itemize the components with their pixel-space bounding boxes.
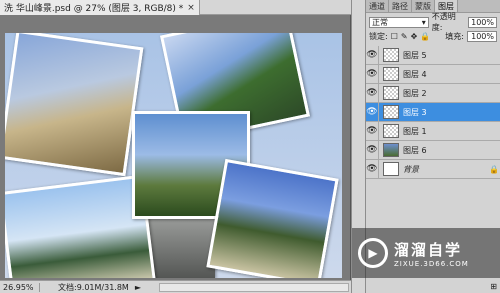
eye-icon[interactable]: 👁	[366, 46, 379, 64]
document-size: 文档:9.01M/31.8M	[58, 282, 129, 292]
play-logo-icon: ▶	[358, 238, 388, 268]
fill-input[interactable]: 100%	[467, 30, 497, 42]
layer-name: 背景	[403, 164, 419, 174]
watermark: ▶ 溜溜自学 ZIXUE.3D66.COM	[352, 228, 500, 278]
zoom-level[interactable]: 26.95%	[0, 282, 40, 292]
document-tab-title: 洗 华山峰景.psd @ 27% (图层 3, RGB/8) *	[4, 4, 184, 14]
layer-name: 图层 3	[403, 107, 427, 117]
status-bar: 26.95% 文档:9.01M/31.8M ►	[0, 280, 351, 293]
layer-row[interactable]: 👁 图层 4	[366, 65, 500, 84]
layer-name: 图层 2	[403, 88, 427, 98]
opacity-input[interactable]: 100%	[468, 16, 497, 28]
layer-row[interactable]: 👁 图层 6	[366, 141, 500, 160]
watermark-title: 溜溜自学	[394, 240, 463, 259]
lock-all-icon[interactable]: 🔒	[420, 32, 430, 41]
watermark-subtitle: ZIXUE.3D66.COM	[394, 259, 469, 268]
eye-icon[interactable]: 👁	[366, 141, 379, 159]
layer-row[interactable]: 👁 图层 5	[366, 46, 500, 65]
chevron-down-icon: ▾	[421, 17, 426, 27]
layers-list: 👁 图层 5 👁 图层 4 👁 图层 2 👁 图层 3 👁 图层 1 👁 图层 6 👁 背景 🔒	[366, 46, 500, 179]
status-menu-arrow-icon[interactable]: ►	[135, 283, 141, 292]
lock-paint-icon[interactable]: ✎	[401, 32, 408, 41]
layer-thumbnail	[383, 124, 399, 138]
document-tabbar: 洗 华山峰景.psd @ 27% (图层 3, RGB/8) * ×	[0, 0, 351, 15]
blend-mode-value: 正常	[372, 17, 388, 27]
eye-icon[interactable]: 👁	[366, 160, 379, 178]
layer-name: 图层 1	[403, 126, 427, 136]
fill-label: 填充:	[445, 31, 464, 41]
canvas[interactable]	[5, 33, 342, 278]
layer-row[interactable]: 👁 背景 🔒	[366, 160, 500, 179]
eye-icon[interactable]: 👁	[366, 103, 379, 121]
layer-row[interactable]: 👁 图层 1	[366, 122, 500, 141]
layer-name: 图层 6	[403, 145, 427, 155]
eye-icon[interactable]: 👁	[366, 84, 379, 102]
layer-row[interactable]: 👁 图层 2	[366, 84, 500, 103]
tab-1[interactable]: 路径	[389, 0, 412, 12]
document-tab[interactable]: 洗 华山峰景.psd @ 27% (图层 3, RGB/8) * ×	[0, 0, 200, 15]
layer-thumbnail	[383, 162, 399, 176]
layer-thumbnail	[383, 105, 399, 119]
layer-thumbnail	[383, 86, 399, 100]
lock-label: 锁定:	[369, 31, 388, 41]
layer-thumbnail	[383, 48, 399, 62]
layer-name: 图层 4	[403, 69, 427, 79]
eye-icon[interactable]: 👁	[366, 65, 379, 83]
resize-grip-icon[interactable]: ⊞	[490, 282, 497, 291]
layer-thumbnail	[383, 67, 399, 81]
lock-position-icon[interactable]: ✥	[411, 32, 418, 41]
lock-icon: 🔒	[489, 164, 499, 174]
close-icon[interactable]: ×	[187, 3, 195, 13]
blend-row: 正常 ▾ 不透明度: 100%	[366, 12, 500, 32]
tab-0[interactable]: 通道	[366, 0, 389, 12]
lock-icons: ☐ ✎ ✥ 🔒	[391, 32, 431, 41]
photo-layer-5[interactable]	[206, 158, 339, 278]
layer-thumbnail	[383, 143, 399, 157]
blend-mode-select[interactable]: 正常 ▾	[369, 16, 429, 28]
photo-layer-1[interactable]	[5, 33, 144, 177]
layer-name: 图层 5	[403, 50, 427, 60]
eye-icon[interactable]: 👁	[366, 122, 379, 140]
canvas-workspace[interactable]	[0, 15, 351, 280]
horizontal-scrollbar[interactable]	[159, 282, 349, 292]
layer-row[interactable]: 👁 图层 3	[366, 103, 500, 122]
lock-transparent-icon[interactable]: ☐	[391, 32, 398, 41]
